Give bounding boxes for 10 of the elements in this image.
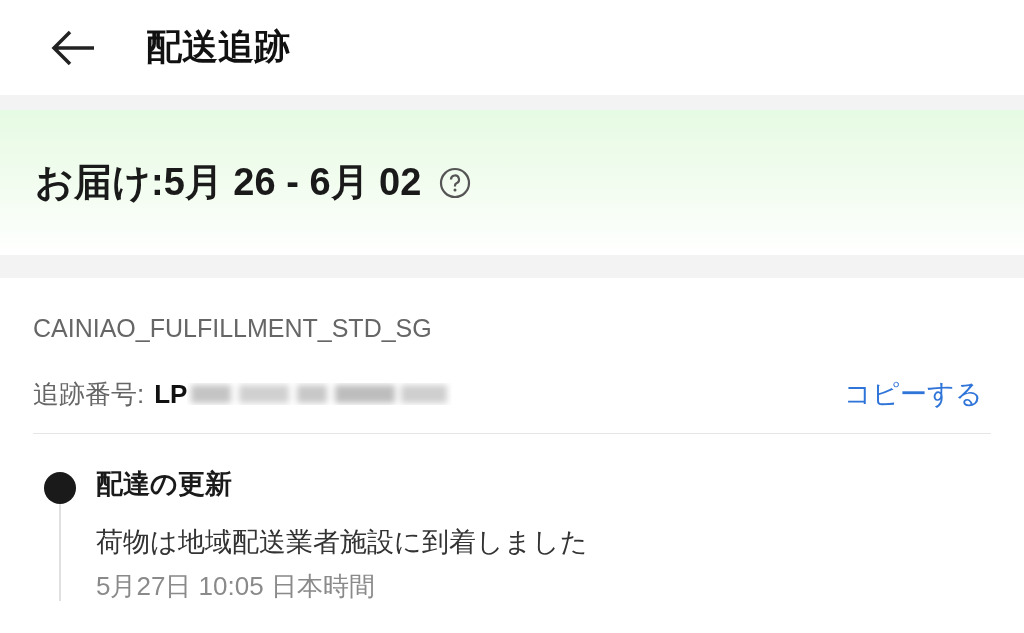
event-time: 5月27日 10:05 日本時間 (96, 572, 376, 601)
event-title: 配達の更新 (96, 468, 233, 501)
tracking-label: 追跡番号: (33, 377, 145, 411)
delivery-estimate: お届け:5月 26 - 6月 02 (35, 160, 422, 205)
help-icon[interactable] (439, 166, 472, 199)
event-description: 荷物は地域配送業者施設に到着しました (96, 526, 588, 559)
page-title: 配送追跡 (146, 25, 290, 69)
tracking-number: LP (154, 378, 188, 410)
carrier-name: CAINIAO_FULFILLMENT_STD_SG (33, 314, 433, 344)
copy-link[interactable]: コピーする (844, 376, 983, 412)
